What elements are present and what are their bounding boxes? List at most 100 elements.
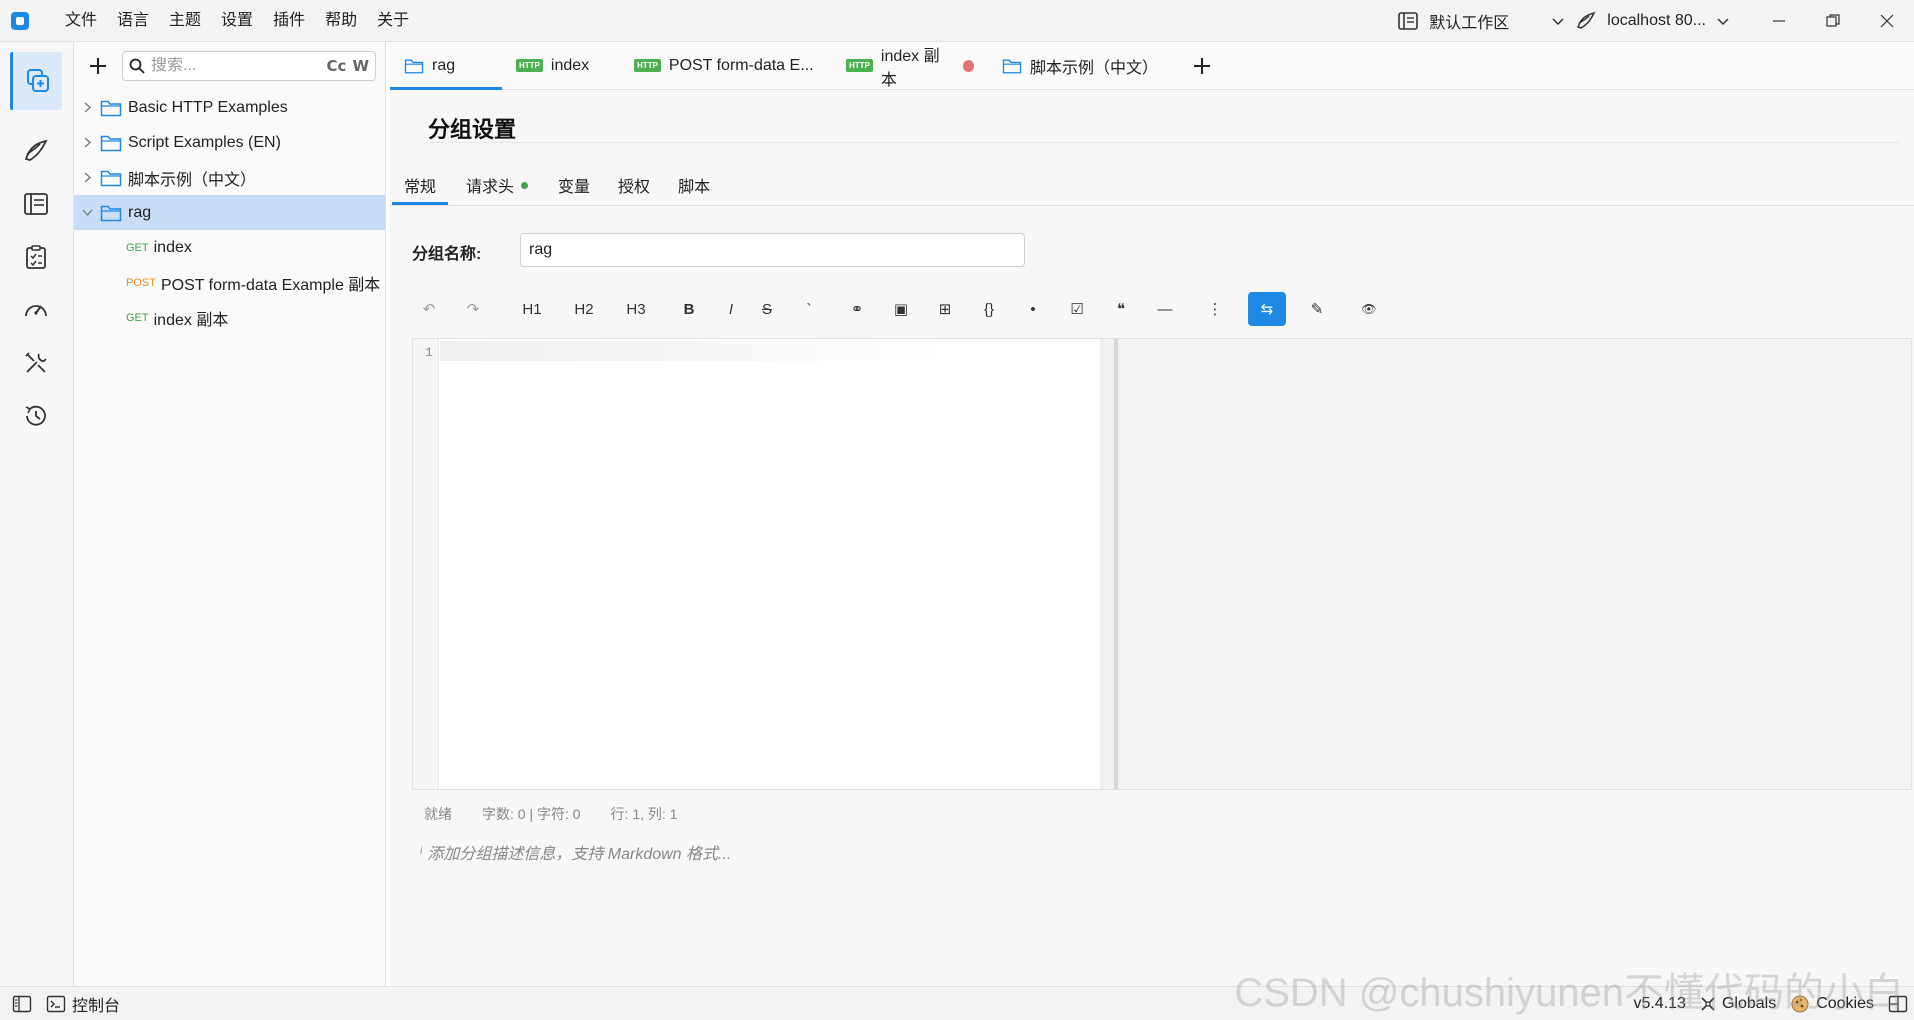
- menu-file[interactable]: 文件: [55, 0, 107, 42]
- heading1-button[interactable]: H1: [512, 292, 552, 326]
- tab-label: index: [550, 56, 590, 74]
- chevron-right-icon[interactable]: [76, 160, 98, 195]
- active-indicator: [521, 181, 529, 189]
- tab-headers[interactable]: 请求头: [454, 165, 540, 205]
- tab-script-examples[interactable]: 脚本示例（中文）: [988, 42, 1178, 90]
- tree-folder-label: rag: [128, 203, 152, 221]
- link-button[interactable]: ⚭: [842, 292, 872, 326]
- terminal-icon: [46, 995, 66, 1012]
- tab-general[interactable]: 常规: [392, 165, 449, 205]
- undo-button[interactable]: ↶: [412, 292, 446, 326]
- menu-plugins[interactable]: 插件: [263, 0, 315, 42]
- quote-button[interactable]: ❝: [1106, 292, 1136, 326]
- clipboard-check-icon: [26, 245, 46, 269]
- environment-name: localhost 80...: [1607, 12, 1706, 29]
- match-word-toggle[interactable]: W: [352, 57, 369, 75]
- minimize-button[interactable]: [1752, 0, 1806, 42]
- app-logo: [11, 11, 29, 30]
- http-badge: HTTP: [846, 59, 873, 72]
- http-badge: HTTP: [634, 59, 661, 72]
- table-button[interactable]: ⊞: [930, 292, 960, 326]
- tab-label: 变量: [558, 179, 591, 196]
- tab-index-copy[interactable]: HTTP index 副本: [832, 42, 988, 90]
- chevron-down-icon[interactable]: [76, 195, 98, 230]
- edit-mode-button[interactable]: ✎: [1302, 292, 1332, 326]
- menu-settings[interactable]: 设置: [211, 0, 263, 42]
- folder-icon: [404, 58, 424, 73]
- group-name-input[interactable]: [520, 233, 1025, 267]
- task-list-button[interactable]: ☑: [1062, 292, 1092, 326]
- activity-tests[interactable]: [10, 228, 62, 286]
- chevron-down-icon: [1552, 18, 1564, 26]
- heading2-button[interactable]: H2: [564, 292, 604, 326]
- tab-label: 常规: [404, 179, 437, 196]
- activity-docs[interactable]: [10, 175, 62, 233]
- description-hint: ⁱ 添加分组描述信息，支持 Markdown 格式...: [420, 840, 731, 864]
- tab-scripts[interactable]: 脚本: [666, 165, 722, 205]
- match-case-toggle[interactable]: Cc: [327, 57, 347, 75]
- markdown-editor[interactable]: 1: [412, 338, 1912, 790]
- close-button[interactable]: [1860, 0, 1914, 42]
- activity-tools[interactable]: [10, 334, 62, 392]
- tree-request[interactable]: POST POST form-data Example 副本: [74, 265, 385, 300]
- cookies-button[interactable]: Cookies: [1790, 994, 1874, 1014]
- tab-auth[interactable]: 授权: [606, 165, 662, 205]
- tree-folder[interactable]: Script Examples (EN): [74, 125, 385, 160]
- tab-label: index 副本: [880, 47, 940, 89]
- bullet-list-button[interactable]: •: [1018, 292, 1048, 326]
- restore-button[interactable]: [1806, 0, 1860, 42]
- globals-icon: [1701, 997, 1715, 1011]
- tree-folder[interactable]: 脚本示例（中文）: [74, 160, 385, 195]
- tab-post-form-data[interactable]: HTTP POST form-data E...: [620, 42, 832, 90]
- horizontal-rule-button[interactable]: —: [1150, 292, 1180, 326]
- tab-rag[interactable]: rag: [390, 42, 502, 90]
- activity-collections[interactable]: [10, 52, 62, 110]
- markdown-toolbar: ↶ ↷ H1 H2 H3 B I S ` ⚭ ▣ ⊞ {} • ☑ ❝ — ⋮ …: [412, 290, 1912, 328]
- redo-button[interactable]: ↷: [456, 292, 490, 326]
- tree-request[interactable]: GET index: [74, 230, 385, 265]
- split-view-button[interactable]: ⇆: [1248, 292, 1286, 326]
- tree-folder[interactable]: Basic HTTP Examples: [74, 90, 385, 125]
- group-name-label: 分组名称:: [412, 246, 482, 263]
- chevron-right-icon[interactable]: [76, 125, 98, 160]
- menu-help[interactable]: 帮助: [315, 0, 367, 42]
- new-tab-button[interactable]: [1178, 42, 1226, 90]
- title-bar: 文件 语言 主题 设置 插件 帮助 关于 默认工作区 localhost 80.…: [0, 0, 1914, 42]
- sidebar-toggle-icon[interactable]: [12, 994, 32, 1014]
- panel-layout-icon[interactable]: [1888, 994, 1908, 1014]
- activity-environments[interactable]: [10, 122, 62, 180]
- environment-selector[interactable]: localhost 80...: [1551, 10, 1730, 32]
- sidebar: Cc W Basic HTTP Examples Script Examples…: [74, 42, 386, 986]
- chevron-right-icon[interactable]: [76, 90, 98, 125]
- sidebar-toolbar: Cc W: [74, 42, 385, 90]
- preview-button[interactable]: 👁: [1354, 292, 1384, 326]
- folder-open-icon: [100, 205, 122, 221]
- environment-icon: [1577, 11, 1596, 29]
- globals-button[interactable]: Globals: [1700, 995, 1776, 1013]
- tab-index[interactable]: HTTP index: [502, 42, 620, 90]
- heading3-button[interactable]: H3: [616, 292, 656, 326]
- tree-request-label: index 副本: [153, 311, 229, 329]
- editor-scrollbar[interactable]: [1100, 339, 1114, 789]
- activity-history[interactable]: [10, 387, 62, 445]
- tree-folder-selected[interactable]: rag: [74, 195, 385, 230]
- menu-language[interactable]: 语言: [107, 0, 159, 42]
- code-block-button[interactable]: {}: [974, 292, 1004, 326]
- image-button[interactable]: ▣: [886, 292, 916, 326]
- menu-about[interactable]: 关于: [367, 0, 419, 42]
- activity-performance[interactable]: [10, 281, 62, 339]
- tree-folder-label: Basic HTTP Examples: [128, 98, 288, 116]
- italic-button[interactable]: I: [716, 292, 746, 326]
- tab-variables[interactable]: 变量: [546, 165, 602, 205]
- plus-icon: [90, 58, 106, 74]
- add-collection-button[interactable]: [74, 42, 122, 90]
- strikethrough-button[interactable]: S: [752, 292, 782, 326]
- search-input[interactable]: [151, 57, 321, 75]
- more-button[interactable]: ⋮: [1200, 292, 1230, 326]
- workspace-selector[interactable]: 默认工作区: [1397, 9, 1509, 33]
- console-button[interactable]: 控制台: [46, 992, 120, 1016]
- tree-request[interactable]: GET index 副本: [74, 300, 385, 335]
- inline-code-button[interactable]: `: [794, 292, 824, 326]
- menu-theme[interactable]: 主题: [159, 0, 211, 42]
- bold-button[interactable]: B: [674, 292, 704, 326]
